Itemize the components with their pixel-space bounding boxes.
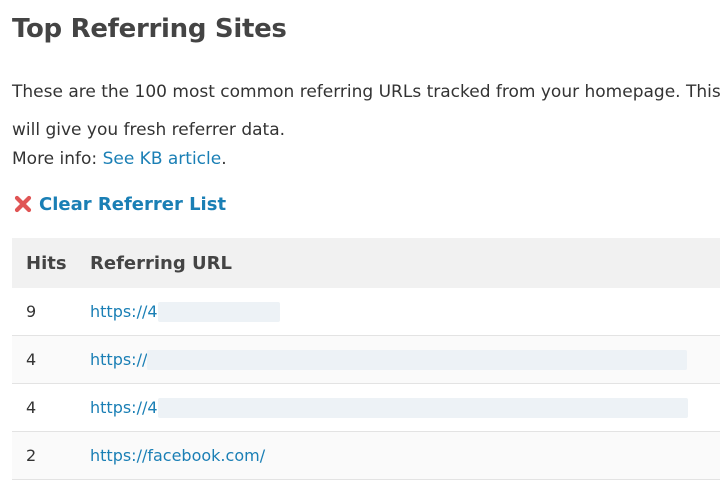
table-row: 4 https:// <box>12 336 720 384</box>
more-info-prefix: More info: <box>12 149 103 169</box>
clear-referrer-action[interactable]: Clear Referrer List <box>12 193 226 215</box>
redacted-url-block <box>157 397 688 418</box>
url-cell: https://facebook.com/ <box>90 446 720 465</box>
url-cell: https://4 <box>90 301 720 322</box>
hits-column-header: Hits <box>26 252 67 274</box>
url-cell: https://4 <box>90 397 720 418</box>
description-text-continued: will give you fresh referrer data. <box>12 120 286 140</box>
table-row: 4 https://4 <box>12 384 720 432</box>
url-column-header: Referring URL <box>90 252 232 274</box>
table-row: 2 https://facebook.com/ <box>12 432 720 480</box>
referrer-url-link[interactable]: https://facebook.com/ <box>90 446 265 465</box>
close-icon <box>12 193 34 215</box>
hits-cell: 9 <box>26 302 37 321</box>
clear-referrer-button[interactable]: Clear Referrer List <box>39 194 226 215</box>
more-info-suffix: . <box>221 149 227 169</box>
url-cell: https:// <box>90 349 720 370</box>
referrer-table: Hits Referring URL 9 https://4 4 https:/… <box>12 238 720 480</box>
hits-cell: 4 <box>26 398 37 417</box>
page-title: Top Referring Sites <box>12 14 287 44</box>
table-header: Hits Referring URL <box>12 238 720 288</box>
more-info-line: More info: See KB article. <box>12 149 227 169</box>
hits-cell: 4 <box>26 350 37 369</box>
referrer-url-link[interactable]: https://4 <box>90 398 158 417</box>
description-text: These are the 100 most common referring … <box>12 82 720 102</box>
referrer-url-link[interactable]: https://4 <box>90 302 158 321</box>
hits-cell: 2 <box>26 446 37 465</box>
redacted-url-block <box>157 301 280 322</box>
kb-article-link[interactable]: See KB article <box>103 149 222 169</box>
redacted-url-block <box>147 349 688 370</box>
referrer-url-link[interactable]: https:// <box>90 350 147 369</box>
table-row: 9 https://4 <box>12 288 720 336</box>
